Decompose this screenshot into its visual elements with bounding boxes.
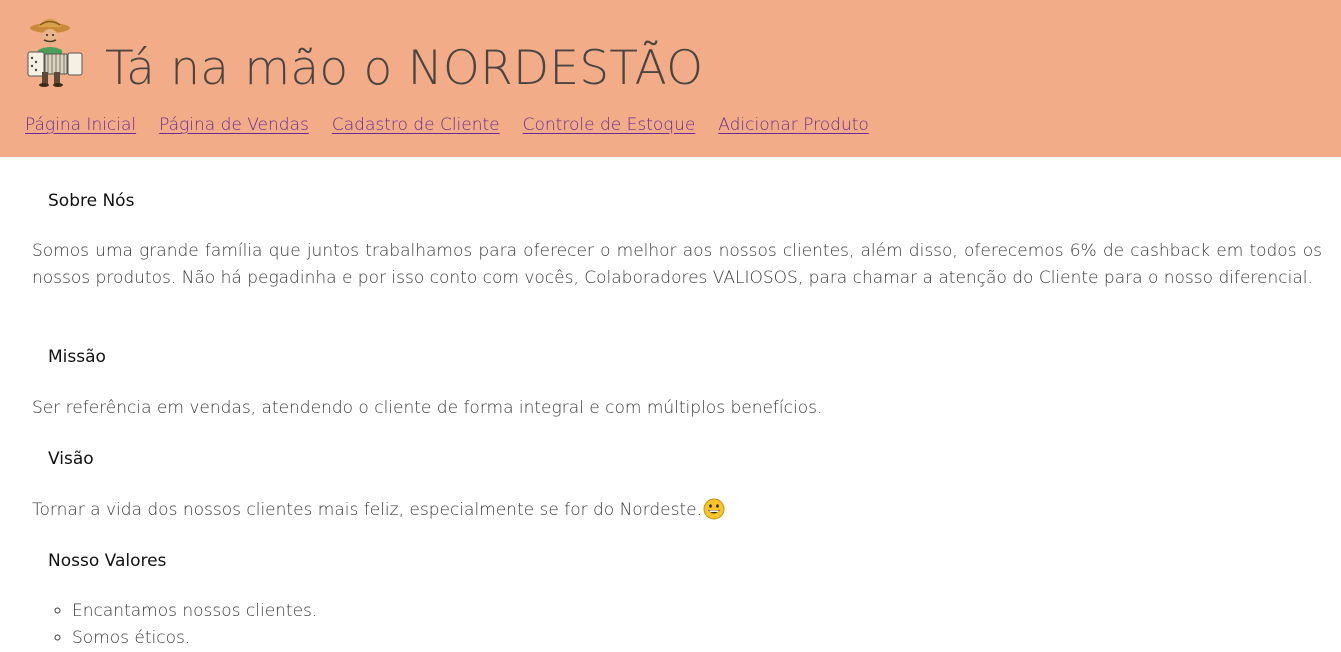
- mission-heading: Missão: [48, 347, 106, 367]
- nav-link-customer-registration[interactable]: Cadastro de Cliente: [332, 113, 500, 137]
- vision-paragraph: Tornar a vida dos nossos clientes mais f…: [32, 497, 725, 524]
- site-header: Tá na mão o NORDESTÃO Página Inicial Pág…: [0, 0, 1341, 157]
- nav-link-sales[interactable]: Página de Vendas: [159, 113, 309, 137]
- site-title: Tá na mão o NORDESTÃO: [105, 41, 704, 96]
- list-item: Encantamos nossos clientes.: [72, 598, 317, 625]
- grinning-face-icon: [703, 498, 725, 520]
- values-heading: Nosso Valores: [48, 551, 167, 571]
- accordion-player-icon: [27, 18, 83, 87]
- main-nav: Página Inicial Página de Vendas Cadastro…: [25, 113, 869, 137]
- about-text: Somos uma grande família que juntos trab…: [32, 241, 1322, 288]
- vision-text: Tornar a vida dos nossos clientes mais f…: [32, 500, 703, 520]
- nav-link-add-product[interactable]: Adicionar Produto: [718, 113, 869, 137]
- mission-text: Ser referência em vendas, atendendo o cl…: [32, 398, 823, 418]
- nav-link-home[interactable]: Página Inicial: [25, 113, 136, 137]
- nav-link-stock-control[interactable]: Controle de Estoque: [523, 113, 696, 137]
- vision-heading: Visão: [48, 449, 94, 469]
- list-item: Somos éticos.: [72, 625, 317, 652]
- about-heading: Sobre Nós: [48, 191, 135, 211]
- values-list: Encantamos nossos clientes. Somos éticos…: [32, 598, 317, 652]
